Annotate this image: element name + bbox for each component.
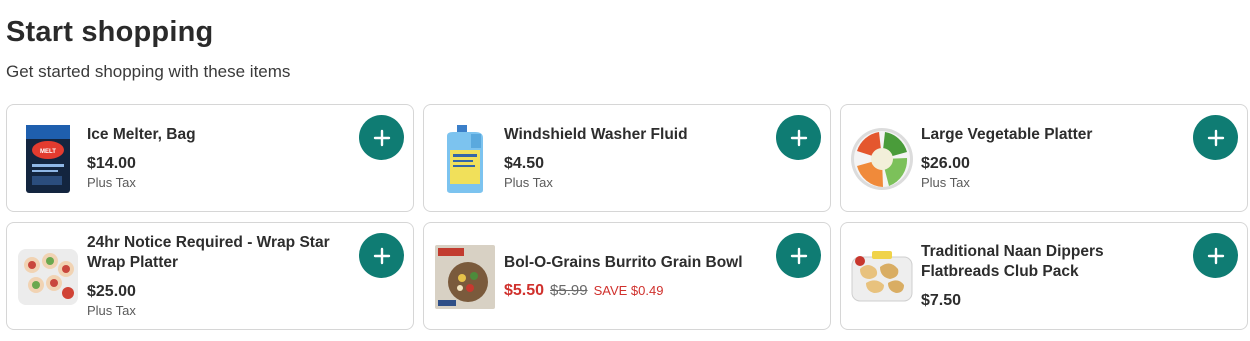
add-to-cart-button[interactable] xyxy=(359,115,404,160)
product-info: Bol-O-Grains Burrito Grain Bowl $5.50 $5… xyxy=(504,223,760,329)
product-info: Large Vegetable Platter $26.00 Plus Tax xyxy=(921,105,1177,211)
plus-icon xyxy=(1207,129,1224,146)
section-subtitle: Get started shopping with these items xyxy=(6,62,291,81)
add-to-cart-button[interactable] xyxy=(1193,115,1238,160)
product-name[interactable]: 24hr Notice Required - Wrap Star Wrap Pl… xyxy=(87,233,343,273)
product-price: $26.00 xyxy=(921,155,970,172)
tax-note: Plus Tax xyxy=(87,303,136,318)
naan-pack-icon[interactable] xyxy=(849,241,915,313)
product-card[interactable]: Traditional Naan Dippers Flatbreads Club… xyxy=(840,222,1248,330)
plus-icon xyxy=(790,129,807,146)
product-name[interactable]: Ice Melter, Bag xyxy=(87,125,343,145)
plus-icon xyxy=(1207,247,1224,264)
add-to-cart-button[interactable] xyxy=(1193,233,1238,278)
product-price: $14.00 xyxy=(87,155,136,172)
grain-bowl-box-icon[interactable] xyxy=(432,241,498,313)
product-price: $4.50 xyxy=(504,155,545,172)
vegetable-platter-icon[interactable] xyxy=(849,123,915,195)
product-info: Traditional Naan Dippers Flatbreads Club… xyxy=(921,223,1177,329)
product-card[interactable]: 24hr Notice Required - Wrap Star Wrap Pl… xyxy=(6,222,414,330)
section-title: Start shopping xyxy=(6,16,214,48)
start-shopping-section: Start shopping Get started shopping with… xyxy=(0,0,1250,341)
product-info: 24hr Notice Required - Wrap Star Wrap Pl… xyxy=(87,223,343,329)
plus-icon xyxy=(373,129,390,146)
product-name[interactable]: Traditional Naan Dippers Flatbreads Club… xyxy=(921,242,1177,282)
product-info: Ice Melter, Bag $14.00 Plus Tax xyxy=(87,105,343,211)
add-to-cart-button[interactable] xyxy=(776,233,821,278)
product-price: $25.00 xyxy=(87,283,136,300)
original-price: $5.99 xyxy=(550,281,588,299)
ice-melter-bag-icon[interactable]: MELT xyxy=(15,123,81,195)
product-name[interactable]: Bol-O-Grains Burrito Grain Bowl xyxy=(504,253,760,273)
product-info: Windshield Washer Fluid $4.50 Plus Tax xyxy=(504,105,760,211)
plus-icon xyxy=(373,247,390,264)
product-name[interactable]: Large Vegetable Platter xyxy=(921,125,1177,145)
tax-note: Plus Tax xyxy=(87,175,136,190)
product-name[interactable]: Windshield Washer Fluid xyxy=(504,125,760,145)
washer-fluid-jug-icon[interactable] xyxy=(432,123,498,195)
tax-note: Plus Tax xyxy=(921,175,970,190)
product-card[interactable]: Windshield Washer Fluid $4.50 Plus Tax xyxy=(423,104,831,212)
svg-text:MELT: MELT xyxy=(40,149,56,155)
product-card[interactable]: Bol-O-Grains Burrito Grain Bowl $5.50 $5… xyxy=(423,222,831,330)
tax-note: Plus Tax xyxy=(504,175,553,190)
plus-icon xyxy=(790,247,807,264)
add-to-cart-button[interactable] xyxy=(359,233,404,278)
price-row: $5.50 $5.99 SAVE $0.49 xyxy=(504,282,760,300)
product-grid: MELT Ice Melter, Bag $14.00 Plus Tax Win… xyxy=(6,104,1248,330)
savings-badge: SAVE $0.49 xyxy=(593,282,664,298)
sale-price: $5.50 xyxy=(504,281,545,299)
product-card[interactable]: Large Vegetable Platter $26.00 Plus Tax xyxy=(840,104,1248,212)
product-price: $7.50 xyxy=(921,291,962,309)
wrap-platter-icon[interactable] xyxy=(15,241,81,313)
product-card[interactable]: MELT Ice Melter, Bag $14.00 Plus Tax xyxy=(6,104,414,212)
add-to-cart-button[interactable] xyxy=(776,115,821,160)
